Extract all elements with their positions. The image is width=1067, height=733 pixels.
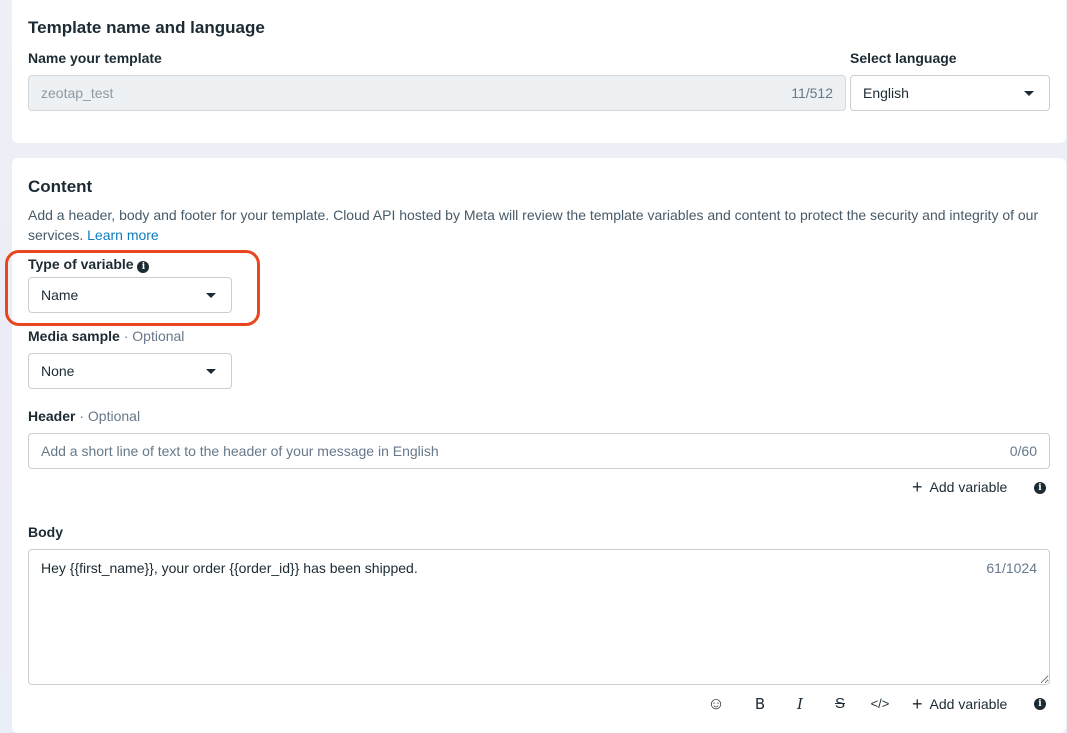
learn-more-link[interactable]: Learn more [87, 227, 159, 243]
plus-icon: + [912, 694, 923, 714]
chevron-down-icon [1024, 91, 1034, 96]
content-description: Add a header, body and footer for your t… [28, 207, 1039, 243]
media-sample-label: Media sample · Optional [28, 328, 185, 344]
code-icon[interactable]: </> [866, 694, 894, 714]
language-select[interactable]: English [850, 75, 1050, 111]
body-label: Body [28, 524, 63, 540]
section-title-content: Content [28, 177, 93, 196]
header-counter: 0/60 [1009, 443, 1037, 459]
template-name-label: Name your template [28, 50, 162, 66]
header-input[interactable]: Add a short line of text to the header o… [28, 433, 1050, 469]
language-label: Select language [850, 50, 957, 66]
info-icon[interactable]: i [1034, 698, 1046, 710]
body-textarea[interactable] [28, 549, 1050, 685]
emoji-icon[interactable]: ☺ [706, 694, 726, 714]
italic-icon[interactable]: I [790, 694, 810, 714]
bold-icon[interactable]: B [750, 694, 770, 714]
header-add-variable-button[interactable]: + Add variable [912, 477, 1007, 497]
media-sample-select[interactable]: None [28, 353, 232, 389]
header-placeholder: Add a short line of text to the header o… [41, 443, 439, 459]
media-sample-value: None [41, 363, 75, 379]
template-name-counter: 11/512 [791, 85, 833, 101]
section-title-template: Template name and language [28, 18, 265, 37]
header-label: Header · Optional [28, 408, 141, 424]
chevron-down-icon [206, 369, 216, 374]
body-counter: 61/1024 [986, 560, 1037, 576]
template-name-value: zeotap_test [41, 85, 114, 101]
language-value: English [863, 85, 909, 101]
info-icon[interactable]: i [1034, 482, 1046, 494]
body-add-variable-button[interactable]: + Add variable [912, 694, 1007, 714]
template-name-input[interactable]: zeotap_test 11/512 [28, 75, 846, 111]
strikethrough-icon[interactable]: S [830, 694, 850, 714]
highlight-annotation [5, 250, 260, 326]
plus-icon: + [912, 477, 923, 497]
